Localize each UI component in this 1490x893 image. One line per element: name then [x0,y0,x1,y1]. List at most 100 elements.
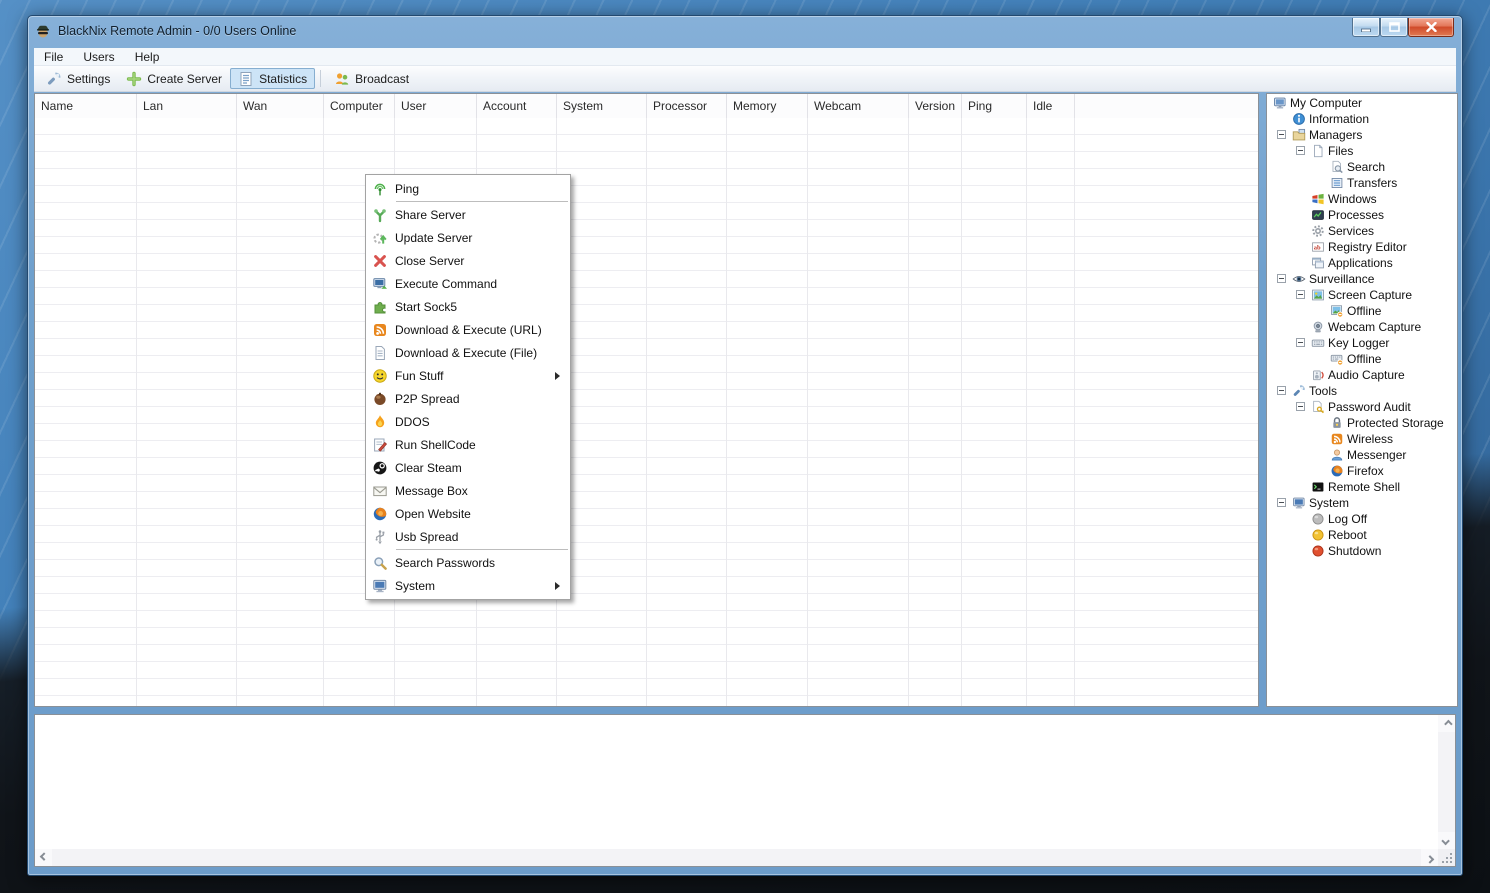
column-header-user[interactable]: User [395,94,477,118]
tree-item-managers[interactable]: Managers [1267,127,1457,143]
tree-item-windows[interactable]: Windows [1267,191,1457,207]
collapse-box-icon[interactable] [1296,290,1305,299]
tree-item-screen-capture[interactable]: Screen Capture [1267,287,1457,303]
collapse-box-icon[interactable] [1296,338,1305,347]
keylogger-offline-icon [1330,352,1344,366]
tree-item-messenger[interactable]: Messenger [1267,447,1457,463]
tree-item-applications[interactable]: Applications [1267,255,1457,271]
context-menu-item-usb-spread[interactable]: Usb Spread [366,525,570,548]
table-header-row: NameLanWanComputerUserAccountSystemProce… [35,94,1258,118]
tree-item-reboot[interactable]: Reboot [1267,527,1457,543]
tree-item-services[interactable]: Services [1267,223,1457,239]
column-header-processor[interactable]: Processor [647,94,727,118]
context-menu-item-system[interactable]: System [366,574,570,597]
maximize-button[interactable] [1380,18,1408,37]
collapse-box-icon[interactable] [1277,130,1286,139]
collapse-box-icon[interactable] [1296,402,1305,411]
menu-file[interactable]: File [34,48,73,66]
tree-item-files[interactable]: Files [1267,143,1457,159]
tree-item-wireless[interactable]: Wireless [1267,431,1457,447]
context-menu-item-p2p-spread[interactable]: P2P Spread [366,387,570,410]
context-menu-item-close-server[interactable]: Close Server [366,249,570,272]
tree-item-surveillance[interactable]: Surveillance [1267,271,1457,287]
tree-item-system[interactable]: System [1267,495,1457,511]
menu-users[interactable]: Users [73,48,124,66]
tree-item-my-computer[interactable]: My Computer [1267,95,1457,111]
tree-item-webcam-capture[interactable]: Webcam Capture [1267,319,1457,335]
context-menu-item-execute-command[interactable]: Execute Command [366,272,570,295]
column-header-ping[interactable]: Ping [962,94,1027,118]
close-button[interactable] [1408,18,1454,37]
tree-item-firefox[interactable]: Firefox [1267,463,1457,479]
create-server-plus-icon [126,71,142,87]
context-menu-item-start-sock5[interactable]: Start Sock5 [366,295,570,318]
transfers-icon [1330,176,1344,190]
column-header-system[interactable]: System [557,94,647,118]
context-menu-item-ping[interactable]: Ping [366,177,570,200]
tree-item-protected-storage[interactable]: Protected Storage [1267,415,1457,431]
column-header-webcam[interactable]: Webcam [808,94,909,118]
resize-grip-icon[interactable] [1450,861,1452,863]
context-menu-item-search-passwords[interactable]: Search Passwords [366,551,570,574]
tree-item-search[interactable]: Search [1267,159,1457,175]
context-menu-item-open-website[interactable]: Open Website [366,502,570,525]
context-menu-item-download-execute-url[interactable]: Download & Execute (URL) [366,318,570,341]
tree-item-processes[interactable]: Processes [1267,207,1457,223]
tree-item-audio-capture[interactable]: Audio Capture [1267,367,1457,383]
context-menu-item-clear-steam[interactable]: Clear Steam [366,456,570,479]
collapse-box-icon[interactable] [1277,386,1286,395]
minimize-button[interactable] [1352,18,1380,37]
tree-item-password-audit[interactable]: Password Audit [1267,399,1457,415]
context-menu-item-share-server[interactable]: Share Server [366,203,570,226]
tree-item-key-logger[interactable]: Key Logger [1267,335,1457,351]
column-header-account[interactable]: Account [477,94,557,118]
tree-item-tools[interactable]: Tools [1267,383,1457,399]
tree-item-shutdown[interactable]: Shutdown [1267,543,1457,559]
context-menu-item-update-server[interactable]: Update Server [366,226,570,249]
column-header-memory[interactable]: Memory [727,94,808,118]
broadcast-button[interactable]: Broadcast [326,68,417,89]
scrollbar-corner [1438,849,1455,866]
scroll-up-button[interactable] [1438,715,1455,732]
menu-help[interactable]: Help [125,48,170,66]
tree-item-transfers[interactable]: Transfers [1267,175,1457,191]
context-menu-item-fun-stuff[interactable]: Fun Stuff [366,364,570,387]
context-menu-item-download-execute-file[interactable]: Download & Execute (File) [366,341,570,364]
statistics-button[interactable]: Statistics [230,68,315,89]
open-website-icon [372,506,388,522]
settings-button[interactable]: Settings [38,68,118,89]
column-header-computer[interactable]: Computer [324,94,395,118]
context-menu-item-message-box[interactable]: Message Box [366,479,570,502]
horizontal-scrollbar[interactable] [35,849,1438,866]
title-bar[interactable]: BlackNix Remote Admin - 0/0 Users Online [28,16,1462,46]
table-body[interactable] [35,118,1258,706]
scroll-down-button[interactable] [1438,832,1455,849]
tree-item-offline[interactable]: Offline [1267,351,1457,367]
tree-item-offline[interactable]: Offline [1267,303,1457,319]
column-header-wan[interactable]: Wan [237,94,324,118]
scroll-right-button[interactable] [1421,849,1438,866]
column-header-idle[interactable]: Idle [1027,94,1075,118]
column-header-lan[interactable]: Lan [137,94,237,118]
create-server-button[interactable]: Create Server [118,68,230,89]
tree-item-information[interactable]: Information [1267,111,1457,127]
update-server-icon [372,230,388,246]
collapse-box-icon[interactable] [1277,274,1286,283]
clients-table[interactable]: NameLanWanComputerUserAccountSystemProce… [34,93,1259,707]
scroll-left-button[interactable] [35,849,52,866]
tree-item-registry-editor[interactable]: abRegistry Editor [1267,239,1457,255]
vertical-scrollbar[interactable] [1438,715,1455,849]
context-menu-item-ddos[interactable]: DDOS [366,410,570,433]
column-header-version[interactable]: Version [909,94,962,118]
context-menu-item-run-shellcode[interactable]: Run ShellCode [366,433,570,456]
log-panel[interactable] [34,714,1456,867]
system-monitor-icon [1292,496,1306,510]
feature-tree[interactable]: My ComputerInformationManagersFilesSearc… [1266,93,1458,707]
collapse-box-icon[interactable] [1296,146,1305,155]
tree-item-log-off[interactable]: Log Off [1267,511,1457,527]
tree-item-remote-shell[interactable]: Remote Shell [1267,479,1457,495]
tree-item-label: Windows [1328,191,1377,207]
collapse-box-icon[interactable] [1277,498,1286,507]
column-header-name[interactable]: Name [35,94,137,118]
applications-icon [1311,256,1325,270]
